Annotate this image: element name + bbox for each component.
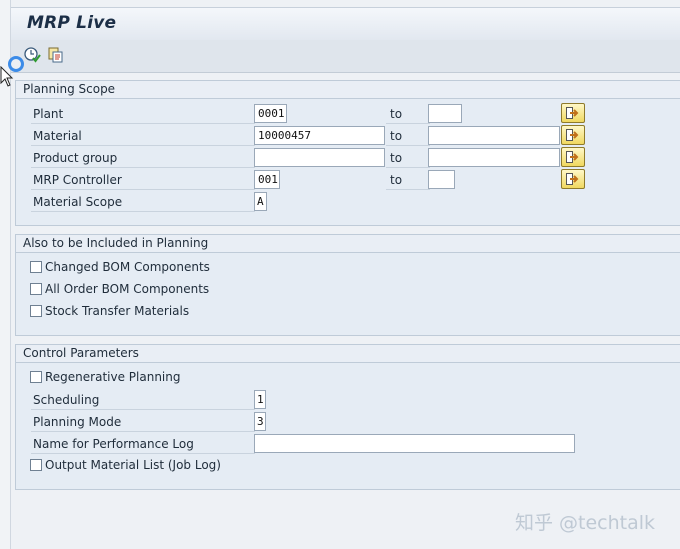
mrp-controller-label: MRP Controller xyxy=(31,171,255,190)
material-row: Material 10000457 to xyxy=(16,125,680,146)
product-group-multiple-selection-button[interactable] xyxy=(561,147,585,167)
scheduling-row: Scheduling 1 xyxy=(16,389,680,410)
mrp-controller-to-field[interactable] xyxy=(428,170,455,189)
watermark-text: 知乎 @techtalk xyxy=(515,512,656,534)
performance-log-label: Name for Performance Log xyxy=(31,435,255,454)
scheduling-field[interactable]: 1 xyxy=(254,390,266,409)
changed-bom-label: Changed BOM Components xyxy=(45,260,210,274)
control-parameters-header: Control Parameters xyxy=(16,345,680,363)
mrp-controller-to-label: to xyxy=(386,171,430,190)
stock-transfer-checkbox[interactable] xyxy=(30,305,42,317)
planning-scope-group: Planning Scope Plant 0001 to Material 10… xyxy=(15,80,680,226)
plant-multiple-selection-button[interactable] xyxy=(561,103,585,123)
stock-transfer-label: Stock Transfer Materials xyxy=(45,304,190,318)
material-scope-row: Material Scope A xyxy=(16,191,680,212)
window-title: MRP Live xyxy=(27,13,117,33)
planning-mode-field[interactable]: 3 xyxy=(254,412,266,431)
material-scope-field[interactable]: A xyxy=(254,192,267,211)
copy-variant-icon[interactable] xyxy=(47,46,65,64)
mrp-controller-from-field[interactable]: 001 xyxy=(254,170,280,189)
material-to-label: to xyxy=(386,127,430,146)
material-to-field[interactable] xyxy=(428,126,560,145)
also-included-header: Also to be Included in Planning xyxy=(16,235,680,253)
output-material-list-checkbox[interactable] xyxy=(30,459,42,471)
toolbar xyxy=(11,40,680,73)
planning-mode-row: Planning Mode 3 xyxy=(16,411,680,432)
product-group-label: Product group xyxy=(31,149,255,168)
product-group-from-field[interactable] xyxy=(254,148,385,167)
performance-log-field[interactable] xyxy=(254,434,575,453)
all-order-bom-label: All Order BOM Components xyxy=(45,282,210,296)
planning-mode-label: Planning Mode xyxy=(31,413,255,432)
control-parameters-group: Control Parameters Regenerative Planning… xyxy=(15,344,680,490)
clock-execute-icon[interactable] xyxy=(23,46,41,64)
material-label: Material xyxy=(31,127,255,146)
regenerative-planning-label: Regenerative Planning xyxy=(45,370,181,384)
plant-from-field[interactable]: 0001 xyxy=(254,104,287,123)
planning-scope-header: Planning Scope xyxy=(16,81,680,99)
title-bar: MRP Live xyxy=(11,7,680,41)
changed-bom-checkbox[interactable] xyxy=(30,261,42,273)
product-group-row: Product group to xyxy=(16,147,680,168)
material-scope-label: Material Scope xyxy=(31,193,255,212)
plant-to-label: to xyxy=(386,105,430,124)
material-multiple-selection-button[interactable] xyxy=(561,125,585,145)
output-material-list-label: Output Material List (Job Log) xyxy=(45,458,221,472)
plant-to-field[interactable] xyxy=(428,104,462,123)
product-group-to-label: to xyxy=(386,149,430,168)
performance-log-row: Name for Performance Log xyxy=(16,433,680,454)
also-included-group: Also to be Included in Planning Changed … xyxy=(15,234,680,336)
regenerative-planning-checkbox[interactable] xyxy=(30,371,42,383)
mrp-controller-row: MRP Controller 001 to xyxy=(16,169,680,190)
mouse-pointer-icon xyxy=(0,65,14,91)
plant-row: Plant 0001 to xyxy=(16,103,680,124)
material-from-field[interactable]: 10000457 xyxy=(254,126,385,145)
scheduling-label: Scheduling xyxy=(31,391,255,410)
plant-label: Plant xyxy=(31,105,255,124)
mrp-controller-multiple-selection-button[interactable] xyxy=(561,169,585,189)
all-order-bom-checkbox[interactable] xyxy=(30,283,42,295)
app-window: MRP Live Planning Scope Plant 0001 to Ma… xyxy=(10,0,680,549)
product-group-to-field[interactable] xyxy=(428,148,560,167)
